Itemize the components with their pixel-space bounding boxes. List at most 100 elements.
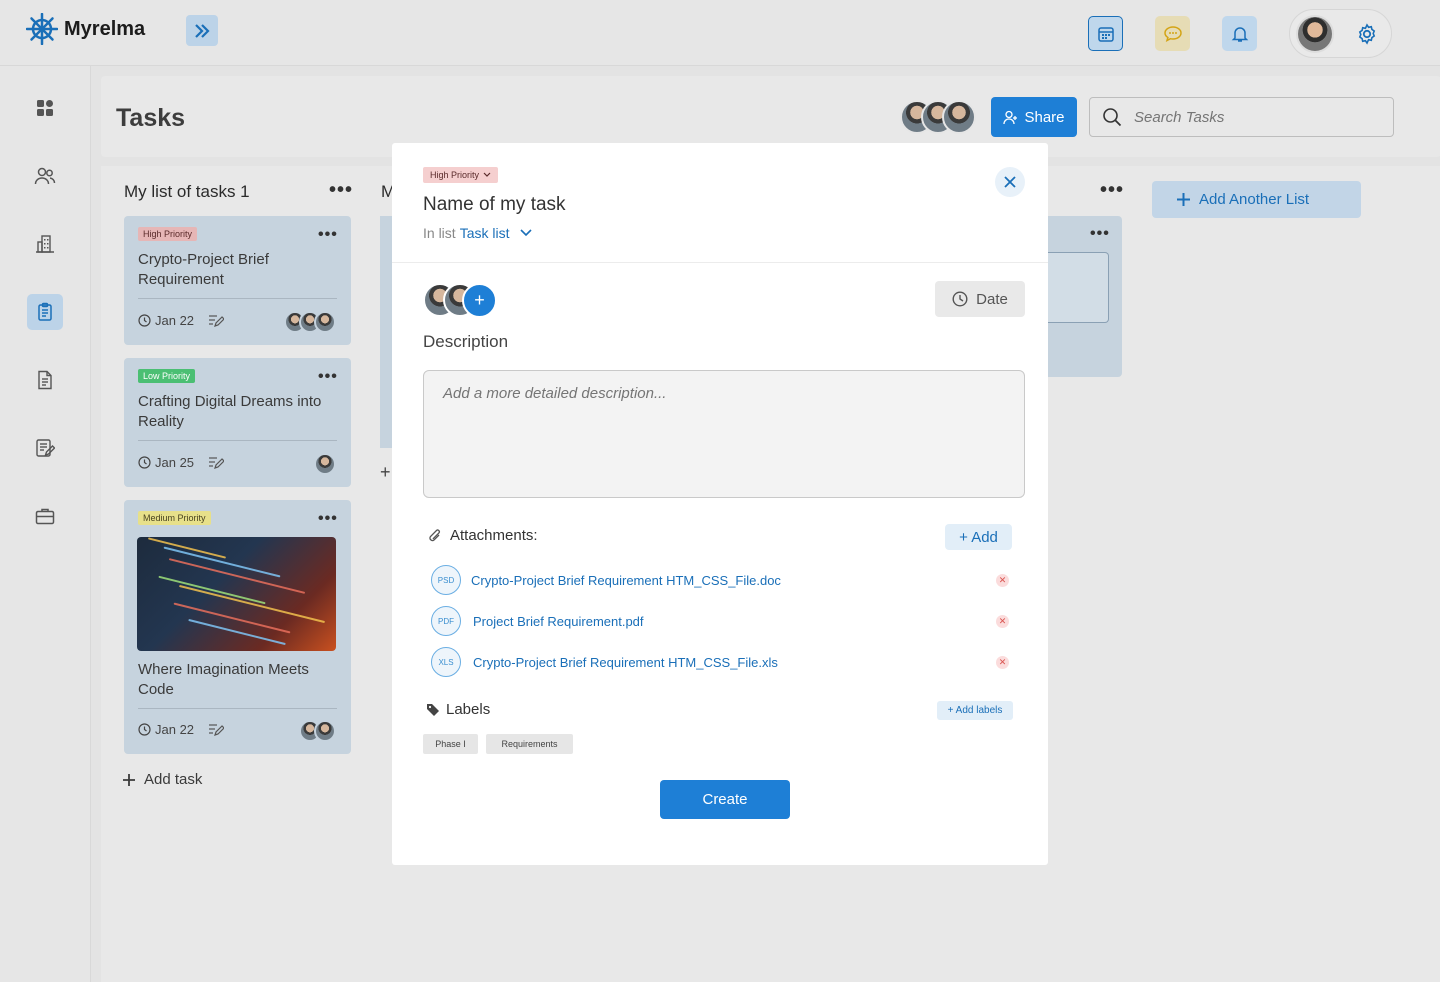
add-task-label: Add task [144, 771, 203, 788]
buildings-icon [36, 235, 54, 253]
in-list-prefix: In list [423, 225, 456, 241]
attachment-item[interactable]: PDF Project Brief Requirement.pdf ✕ [431, 606, 1011, 636]
expand-sidebar-button[interactable] [186, 15, 218, 46]
list-name[interactable]: Task list [460, 225, 510, 241]
chevron-down-icon [483, 172, 491, 177]
briefcase-icon [35, 508, 55, 525]
share-label: Share [1024, 108, 1065, 126]
attachment-item[interactable]: XLS Crypto-Project Brief Requirement HTM… [431, 647, 1011, 677]
label-tag[interactable]: Requirements [486, 734, 573, 754]
card-menu-icon[interactable]: ••• [318, 511, 338, 527]
card-due-date: Jan 22 [138, 722, 194, 737]
member-avatar[interactable] [942, 100, 976, 134]
card-due-date: Jan 25 [138, 455, 194, 470]
card-menu-icon[interactable]: ••• [318, 227, 338, 243]
top-bar: Myrelma [0, 0, 1440, 66]
due-date-text: Jan 25 [155, 455, 195, 470]
labels-header: Labels [426, 701, 490, 718]
calendar-button[interactable] [1088, 16, 1123, 51]
task-card[interactable]: Low Priority ••• Crafting Digital Dreams… [124, 358, 351, 487]
notifications-button[interactable] [1222, 16, 1257, 51]
user-menu[interactable] [1289, 9, 1392, 58]
assignee-avatar[interactable] [314, 311, 336, 333]
chat-icon [1163, 25, 1182, 42]
dashboard-icon [37, 100, 53, 116]
task-name[interactable]: Name of my task [423, 194, 566, 216]
nav-notes[interactable] [27, 430, 63, 466]
plus-icon[interactable]: + [380, 462, 391, 483]
nav-users[interactable] [27, 158, 63, 194]
create-button[interactable]: Create [660, 780, 790, 819]
remove-attachment-button[interactable]: ✕ [996, 615, 1009, 628]
remove-attachment-button[interactable]: ✕ [996, 574, 1009, 587]
page-title: Tasks [116, 104, 186, 132]
assignee-avatar[interactable] [314, 720, 336, 742]
card-divider [138, 708, 337, 709]
priority-badge: Medium Priority [138, 511, 211, 525]
add-attachment-button[interactable]: + Add [945, 524, 1012, 550]
file-type-badge: PDF [431, 606, 461, 636]
plus-icon [1177, 193, 1190, 206]
card-title: Crypto-Project Brief Requirement [138, 251, 269, 288]
add-list-label: Add Another List [1199, 191, 1310, 208]
attachment-item[interactable]: PSD Crypto-Project Brief Requirement HTM… [431, 565, 1011, 595]
nav-tasks[interactable] [27, 294, 63, 330]
add-list-button[interactable]: Add Another List [1152, 181, 1361, 218]
task-card[interactable]: Medium Priority ••• Where Imagination Me… [124, 500, 351, 754]
notes-icon[interactable] [208, 723, 224, 736]
add-user-icon [1003, 110, 1018, 124]
add-labels-button[interactable]: + Add labels [937, 701, 1013, 720]
calendar-icon [1097, 26, 1114, 42]
close-button[interactable] [995, 167, 1025, 197]
task-modal: High Priority Name of my task In list Ta… [392, 143, 1048, 865]
plus-icon [123, 773, 135, 786]
priority-badge: High Priority [138, 227, 198, 241]
nav-portfolio[interactable] [27, 498, 63, 534]
priority-dropdown[interactable]: High Priority [423, 167, 499, 183]
gear-icon[interactable] [1356, 23, 1378, 45]
nav-dashboard[interactable] [27, 90, 63, 126]
messages-button[interactable] [1155, 16, 1190, 51]
ship-wheel-icon [26, 13, 58, 45]
edit-list-icon [36, 439, 55, 457]
attachment-name[interactable]: Crypto-Project Brief Requirement HTM_CSS… [471, 573, 781, 588]
labels-label: Labels [446, 701, 491, 718]
card-title: Crafting Digital Dreams into Reality [138, 393, 322, 430]
card-menu-icon[interactable]: ••• [1090, 226, 1110, 242]
attachment-name[interactable]: Crypto-Project Brief Requirement HTM_CSS… [473, 655, 778, 670]
sidebar [0, 66, 91, 982]
list-title: My list of tasks 1 [124, 182, 250, 201]
task-card-partial[interactable] [1048, 252, 1109, 323]
due-date-text: Jan 22 [155, 313, 195, 328]
search-bar[interactable] [1089, 97, 1394, 137]
app-name: Myrelma [64, 17, 146, 40]
list-menu-icon[interactable]: ••• [329, 180, 353, 200]
add-member-button[interactable]: + [462, 283, 497, 318]
user-avatar[interactable] [1296, 15, 1334, 53]
notes-icon[interactable] [208, 456, 224, 469]
clipboard-list-icon [38, 302, 52, 321]
list-menu-icon[interactable]: ••• [1100, 180, 1124, 200]
app-logo[interactable]: Myrelma [26, 13, 145, 45]
assignee-avatar[interactable] [314, 453, 336, 475]
paperclip-icon [429, 528, 440, 541]
attachment-name[interactable]: Project Brief Requirement.pdf [473, 614, 644, 629]
date-button[interactable]: Date [935, 281, 1025, 317]
list-selector[interactable]: In list Task list [423, 225, 533, 241]
nav-documents[interactable] [27, 362, 63, 398]
label-tag[interactable]: Phase I [423, 734, 478, 754]
clock-icon [138, 314, 151, 327]
task-card[interactable]: High Priority ••• Crypto-Project Brief R… [124, 216, 351, 345]
nav-buildings[interactable] [27, 226, 63, 262]
add-task-button[interactable]: Add task [122, 771, 202, 788]
list-column-partial [380, 216, 392, 448]
notes-icon[interactable] [208, 314, 224, 327]
card-title: Where Imagination Meets Code [138, 661, 309, 698]
description-input[interactable] [423, 370, 1025, 498]
share-button[interactable]: Share [991, 97, 1077, 137]
search-input[interactable] [1134, 108, 1374, 126]
priority-label: High Priority [430, 170, 480, 180]
description-label: Description [423, 332, 509, 351]
remove-attachment-button[interactable]: ✕ [996, 656, 1009, 669]
card-menu-icon[interactable]: ••• [318, 369, 338, 385]
